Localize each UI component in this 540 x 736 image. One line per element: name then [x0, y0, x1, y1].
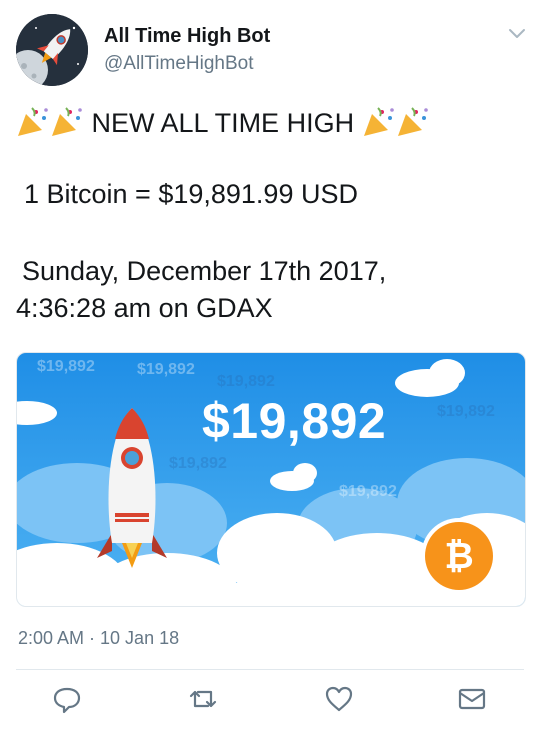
date-line: Sunday, December 17th 2017,: [22, 256, 387, 286]
ghost-price: $19,892: [37, 358, 95, 375]
ghost-price: $19,892: [437, 403, 495, 420]
tweet-header: All Time High Bot @AllTimeHighBot: [0, 0, 540, 95]
headline-line: NEW ALL TIME HIGH: [16, 104, 430, 142]
user-handle[interactable]: @AllTimeHighBot: [104, 53, 254, 75]
like-icon[interactable]: [322, 682, 356, 716]
retweet-icon[interactable]: [186, 682, 220, 716]
direct-message-icon[interactable]: [455, 682, 489, 716]
media-card[interactable]: $19,892 $19,892 $19,892 $19,892 $19,892 …: [16, 352, 526, 607]
ghost-price: $19,892: [339, 483, 397, 500]
party-popper-icon: [362, 106, 396, 138]
display-name[interactable]: All Time High Bot: [104, 25, 270, 48]
tweet-timestamp[interactable]: 2:00 AM · 10 Jan 18: [18, 628, 179, 649]
party-popper-icon: [50, 106, 84, 138]
price-line: 1 Bitcoin = $19,891.99 USD: [24, 179, 358, 209]
headline-text: NEW ALL TIME HIGH: [91, 108, 355, 138]
rocket-moon-icon: [16, 14, 88, 86]
ghost-price: $19,892: [169, 455, 227, 472]
action-bar: [0, 682, 540, 722]
time-line: 4:36:28 am on GDAX: [16, 293, 273, 323]
chevron-down-icon[interactable]: [506, 24, 528, 42]
avatar[interactable]: [16, 14, 88, 86]
divider: [16, 669, 524, 670]
party-popper-icon: [396, 106, 430, 138]
card-price: $19,892: [202, 393, 387, 449]
ghost-price: $19,892: [217, 373, 275, 390]
reply-icon[interactable]: [50, 682, 84, 716]
bitcoin-symbol: ₿: [444, 535, 474, 576]
party-popper-icon: [16, 106, 50, 138]
ghost-price: $19,892: [137, 361, 195, 378]
